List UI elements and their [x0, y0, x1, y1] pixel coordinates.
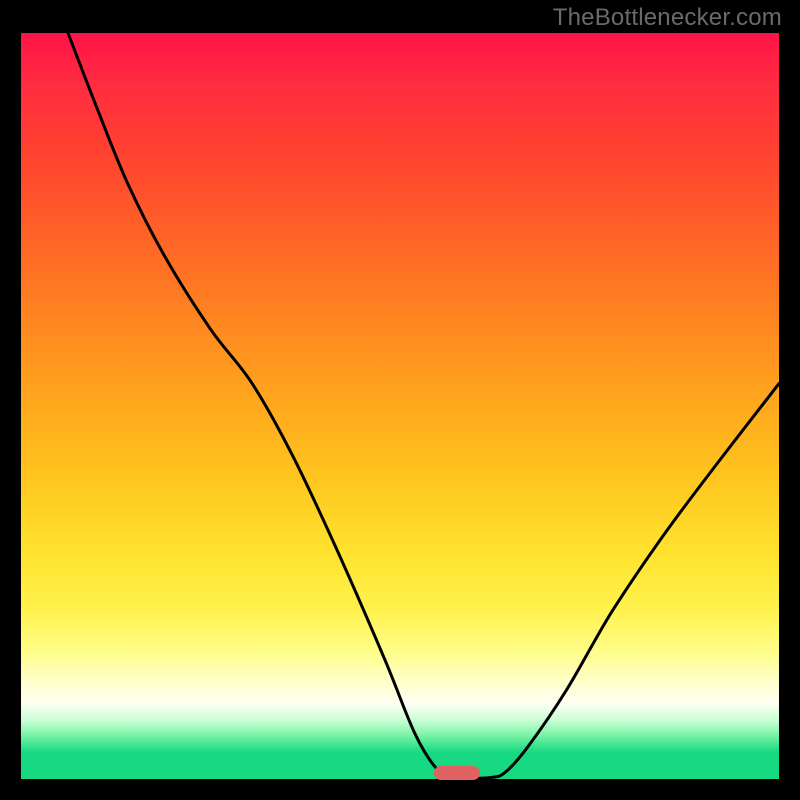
bottleneck-curve	[21, 33, 779, 779]
bottleneck-marker	[434, 766, 480, 780]
chart-plot-area	[21, 33, 779, 779]
watermark-text: TheBottlenecker.com	[553, 4, 782, 32]
